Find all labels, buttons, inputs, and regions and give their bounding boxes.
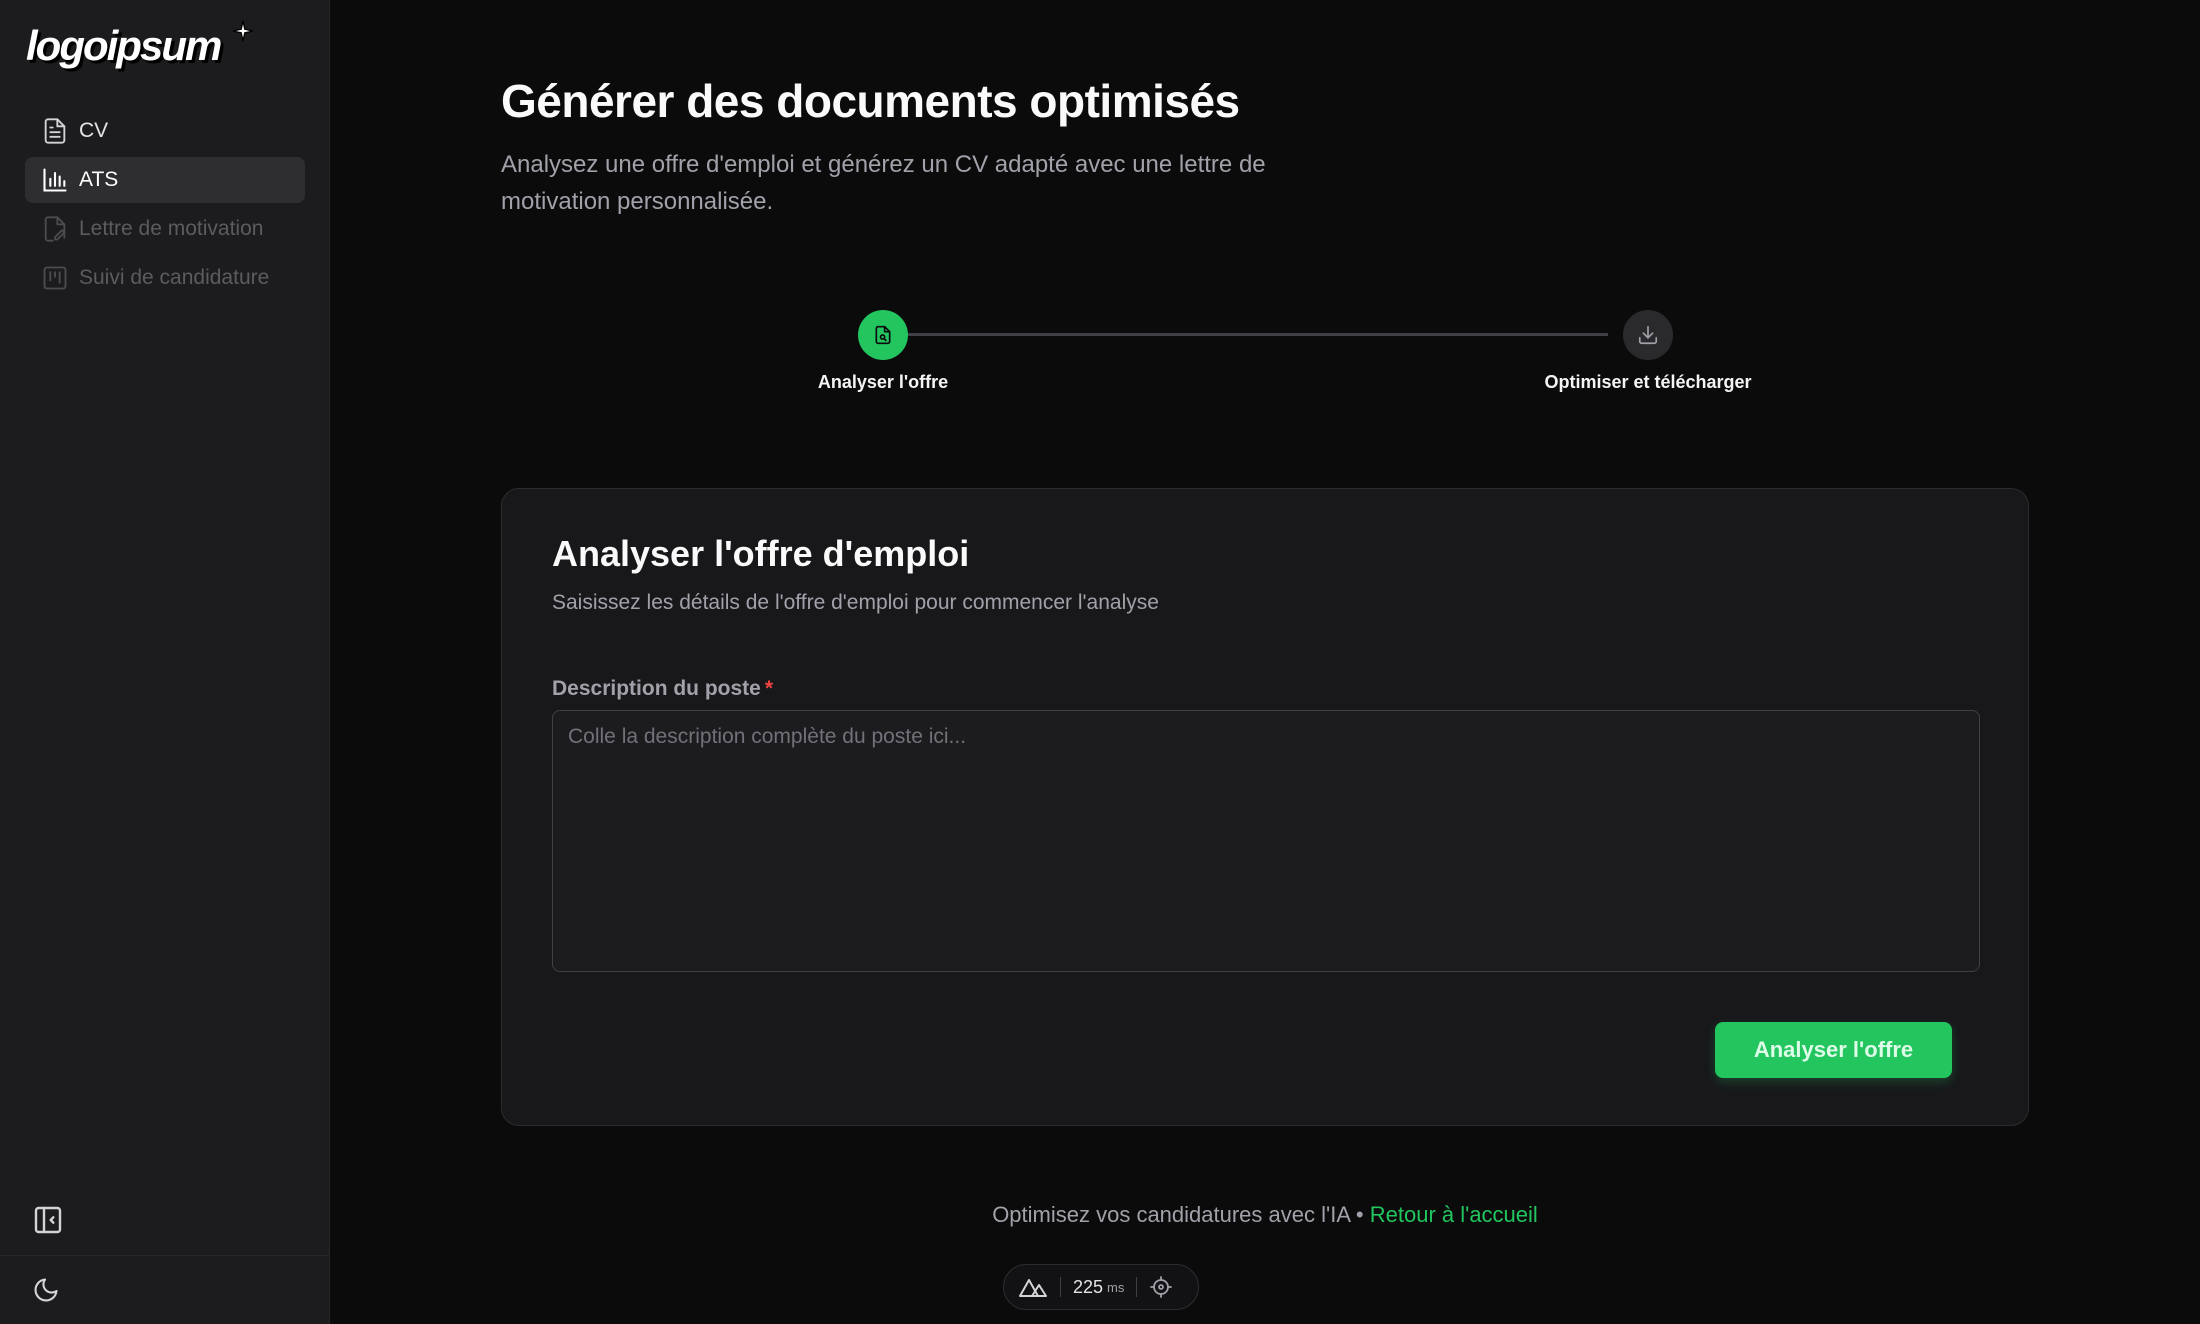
back-home-link[interactable]: Retour à l'accueil bbox=[1370, 1202, 1538, 1227]
sidebar-collapse-icon[interactable] bbox=[32, 1204, 64, 1236]
file-text-icon bbox=[44, 118, 66, 144]
step-1-label: Analyser l'offre bbox=[817, 372, 949, 392]
step-2-label: Optimiser et télécharger bbox=[1544, 372, 1752, 392]
dev-toolbar: 225 ms bbox=[1003, 1264, 1199, 1310]
footer-text: Optimisez vos candidatures avec l'IA bbox=[992, 1202, 1350, 1227]
bar-chart-icon bbox=[43, 168, 67, 192]
job-description-textarea[interactable] bbox=[552, 710, 1980, 972]
crosshair-icon[interactable] bbox=[1149, 1275, 1173, 1299]
sidebar-item-suivi-de-candidature[interactable]: Suivi de candidature bbox=[25, 255, 305, 301]
sidebar-item-cv[interactable]: CV bbox=[25, 108, 305, 154]
required-mark: * bbox=[764, 677, 774, 700]
moon-icon[interactable] bbox=[32, 1276, 60, 1304]
field-label-text: Description du poste bbox=[552, 677, 761, 700]
sidebar-item-label: ATS bbox=[79, 168, 119, 191]
job-description-label: Description du poste * bbox=[552, 677, 773, 701]
stepper: Analyser l'offre Optimiser et télécharge… bbox=[330, 310, 2200, 400]
devbar-divider bbox=[1060, 1277, 1061, 1297]
devbar-divider bbox=[1136, 1277, 1138, 1297]
response-time-unit: ms bbox=[1107, 1279, 1125, 1295]
mountain-logo-icon[interactable] bbox=[1018, 1276, 1048, 1298]
analyze-offer-button[interactable]: Analyser l'offre bbox=[1715, 1022, 1952, 1078]
analyze-offer-card: Analyser l'offre d'emploi Saisissez les … bbox=[501, 488, 2029, 1126]
kanban-icon bbox=[43, 266, 67, 290]
page-title: Générer des documents optimisés bbox=[501, 75, 1240, 127]
logo[interactable]: logoipsum bbox=[26, 22, 222, 70]
sidebar-item-lettre-de-motivation[interactable]: Lettre de motivation bbox=[25, 206, 305, 252]
sparkle-icon bbox=[232, 20, 254, 42]
step-1-indicator[interactable] bbox=[858, 310, 908, 360]
footer-separator: • bbox=[1355, 1202, 1364, 1227]
card-description: Saisissez les détails de l'offre d'emplo… bbox=[552, 591, 1159, 614]
download-icon bbox=[1638, 325, 1658, 345]
card-title: Analyser l'offre d'emploi bbox=[552, 533, 970, 574]
stepper-connector bbox=[908, 333, 1608, 336]
footer: Optimisez vos candidatures avec l'IA • R… bbox=[330, 1202, 2200, 1228]
file-search-icon bbox=[875, 325, 891, 345]
sidebar-item-ats[interactable]: ATS bbox=[25, 157, 305, 203]
step-2-indicator[interactable] bbox=[1623, 310, 1673, 360]
sidebar: logoipsum CV ATS Lettre de motivation Su… bbox=[0, 0, 330, 1324]
page-subtitle: Analysez une offre d'emploi et générez u… bbox=[501, 151, 1266, 215]
sidebar-item-label: Suivi de candidature bbox=[79, 266, 270, 289]
sidebar-item-label: CV bbox=[79, 119, 109, 142]
sidebar-nav: CV ATS Lettre de motivation Suivi de can… bbox=[25, 108, 305, 304]
app-root: logoipsum CV ATS Lettre de motivation Su… bbox=[0, 0, 2200, 1324]
file-signature-icon bbox=[44, 216, 66, 242]
main-content: Générer des documents optimisés Analysez… bbox=[330, 0, 2200, 1324]
sidebar-item-label: Lettre de motivation bbox=[79, 217, 264, 240]
response-time-value: 225 bbox=[1073, 1276, 1104, 1297]
sidebar-divider bbox=[0, 1255, 329, 1256]
